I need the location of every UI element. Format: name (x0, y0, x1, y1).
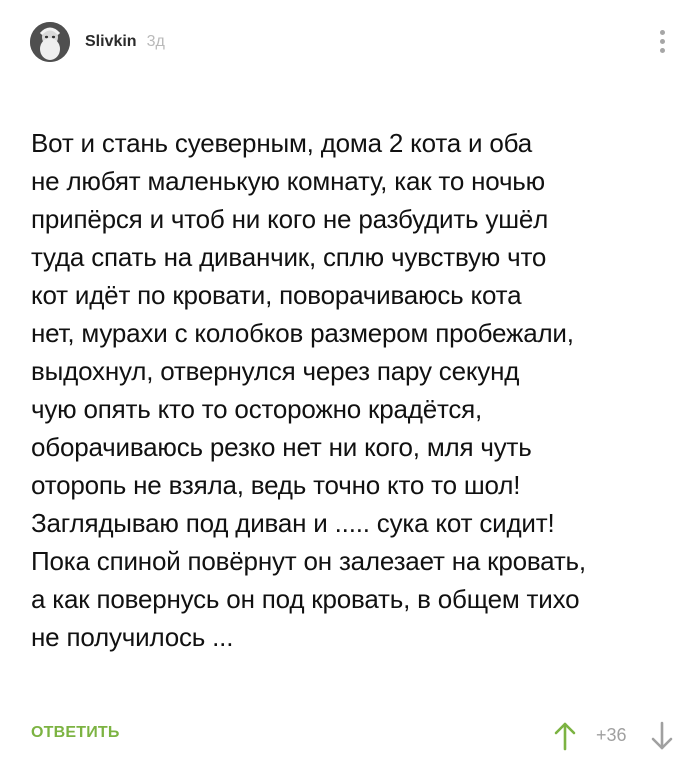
more-options-button[interactable] (652, 26, 672, 56)
comment-time: 3д (146, 33, 165, 50)
comment-header: Slivkin 3д (30, 20, 165, 64)
comment-line: Заглядываю под диван и ..... сука кот си… (31, 508, 555, 538)
arrow-down-icon (651, 721, 673, 750)
username[interactable]: Slivkin (85, 33, 137, 51)
comment-line: кот идёт по кровати, поворачиваюсь кота (31, 280, 522, 310)
more-vertical-icon (660, 48, 665, 53)
arrow-up-icon (554, 722, 576, 751)
avatar[interactable] (30, 22, 70, 62)
comment-line: не получилось ... (31, 622, 234, 652)
comment-line: не любят маленькую комнату, как то ночью (31, 166, 545, 196)
comment-footer: ОТВЕТИТЬ +36 (0, 716, 700, 756)
comment-text: Вот и стань суеверным, дома 2 кота и оба… (31, 86, 671, 656)
comment-line: Вот и стань суеверным, дома 2 кота и оба (31, 128, 532, 158)
comment-line: нет, мурахи с колобков размером пробежал… (31, 318, 574, 348)
reply-button[interactable]: ОТВЕТИТЬ (31, 724, 120, 742)
rating-count: +36 (596, 725, 627, 745)
more-vertical-icon (660, 30, 665, 35)
upvote-button[interactable] (553, 720, 577, 752)
comment-line: оторопь не взяла, ведь точно кто то шол! (31, 470, 521, 500)
downvote-button[interactable] (650, 720, 674, 752)
more-vertical-icon (660, 39, 665, 44)
comment: Slivkin 3д Вот и стань суеверным, дома 2… (0, 0, 700, 770)
comment-line: а как повернусь он под кровать, в общем … (31, 584, 580, 614)
comment-line: туда спать на диванчик, сплю чувствую чт… (31, 242, 547, 272)
comment-line: Пока спиной повёрнут он залезает на кров… (31, 546, 586, 576)
comment-line: выдохнул, отвернулся через пару секунд (31, 356, 520, 386)
comment-line: припёрся и чтоб ни кого не разбудить ушё… (31, 204, 549, 234)
comment-line: оборачиваюсь резко нет ни кого, мля чуть (31, 432, 532, 462)
comment-line: чую опять кто то осторожно крадётся, (31, 394, 483, 424)
